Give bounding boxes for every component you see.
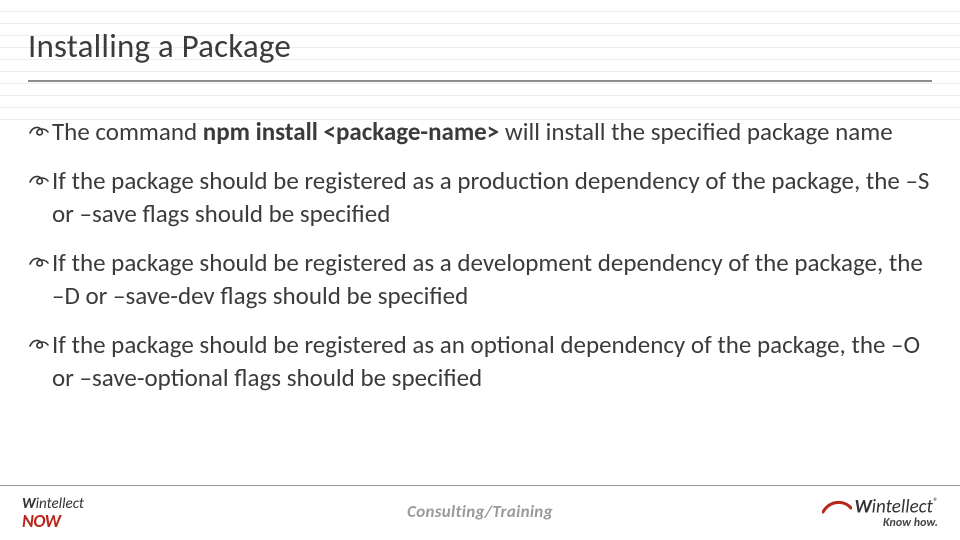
bullet-text: The command npm install <package-name> w…: [52, 115, 893, 148]
logo-left-line2: NOW: [22, 512, 84, 530]
bullet-item: If the package should be registered as a…: [28, 246, 932, 312]
text-run: The command: [52, 116, 203, 147]
logo-right-tag: Know how.: [822, 517, 938, 530]
bullet-item: If the package should be registered as a…: [28, 328, 932, 394]
scribble-bullet-icon: [28, 336, 50, 352]
content-area: The command npm install <package-name> w…: [28, 115, 932, 410]
logo-text: W: [854, 495, 871, 518]
footer-tag: Consulting/Training: [0, 501, 960, 522]
text-run: If the package should be registered as a…: [52, 247, 923, 311]
text-bold: npm install <package-name>: [203, 116, 499, 147]
registered-mark: ®: [933, 495, 938, 508]
swoosh-icon: [822, 498, 852, 516]
logo-right-brand: Wintellect®: [822, 497, 938, 517]
bullet-item: The command npm install <package-name> w…: [28, 115, 932, 148]
slide-title: Installing a Package: [28, 26, 932, 66]
footer-rule: [0, 485, 960, 486]
logo-wintellect-now: Wintellect NOW: [22, 497, 84, 530]
text-run: If the package should be registered as a…: [52, 329, 920, 393]
text-run: will install the specified package name: [499, 116, 892, 147]
bullet-text: If the package should be registered as a…: [52, 164, 932, 230]
bullet-item: If the package should be registered as a…: [28, 164, 932, 230]
bullet-text: If the package should be registered as a…: [52, 246, 932, 312]
logo-wintellect: Wintellect® Know how.: [822, 497, 938, 530]
title-row: Installing a Package: [28, 26, 932, 82]
text-run: If the package should be registered as a…: [52, 165, 929, 229]
logo-text: intellect: [872, 495, 933, 518]
scribble-bullet-icon: [28, 254, 50, 270]
bullet-text: If the package should be registered as a…: [52, 328, 932, 394]
scribble-bullet-icon: [28, 123, 50, 139]
scribble-bullet-icon: [28, 172, 50, 188]
